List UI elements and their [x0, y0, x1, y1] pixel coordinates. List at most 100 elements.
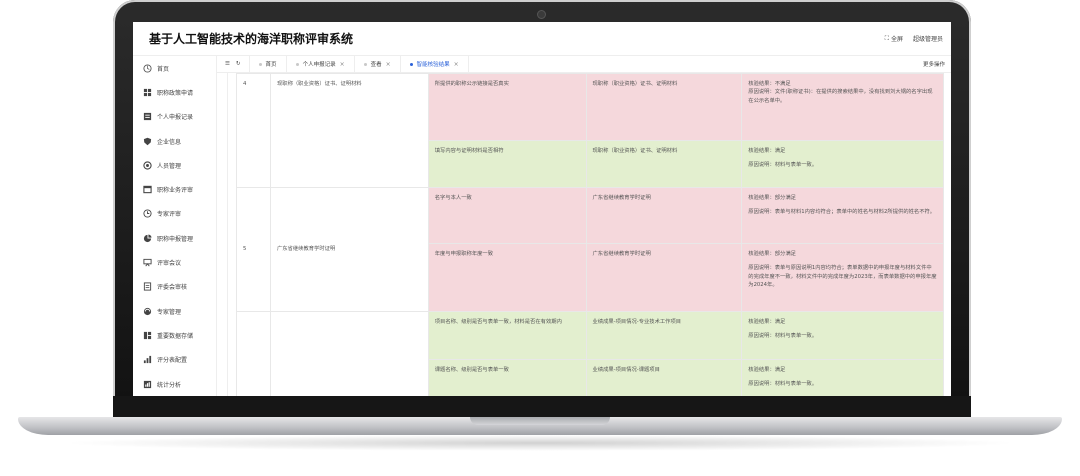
screen: 基于人工智能技术的海洋职称评审系统 ⛶ 全屏 超级管理员 首页 职称政策申请 个…	[133, 22, 951, 396]
audit-icon	[143, 282, 152, 291]
pie-icon	[143, 234, 152, 243]
check-condition: 项目名称、级别是否与表单一致，材料是否在有效期内	[427, 311, 587, 360]
more-actions[interactable]: 更多操作	[923, 60, 951, 68]
config-icon	[143, 355, 152, 364]
sidebar-item-policy[interactable]: 职称政策申请	[133, 80, 216, 104]
table-row: 项目名称、级别是否与表单一致，材料是否在有效期内 业绩成果-项目情况-专业技术工…	[236, 311, 944, 396]
fullscreen-label: 全屏	[890, 36, 903, 43]
result-reason: 原因说明：文件(职称证书)：在提供的搜索结果中，没有找到刘大锅的名字出现在公示名…	[748, 89, 933, 104]
result-reason: 原因说明：材料与表单一致。	[748, 381, 818, 388]
table-row: 5 广东省继续教育学时证明 名字与本人一致 广东省继续教育学时证明 核验结果：部…	[236, 187, 944, 312]
check-condition: 课题名称、级别是否与表单一致	[427, 359, 587, 396]
tab-view[interactable]: 查看 ×	[353, 55, 400, 73]
storage-icon	[143, 331, 152, 340]
refresh-icon[interactable]: ↻	[236, 61, 241, 67]
tab-verification-result[interactable]: 智能核验结果 ×	[399, 55, 469, 73]
tab-dot-icon	[295, 62, 299, 66]
check-result: 核验结果：部分满足 原因说明：表单与原因说明1内容均符合；表单数据中的申报年度与…	[741, 243, 944, 312]
sidebar-item-label: 专家管理	[157, 308, 182, 316]
tab-label: 个人申报记录	[302, 62, 336, 68]
laptop-notch	[470, 417, 610, 425]
stats-icon	[143, 380, 152, 389]
row-number	[236, 311, 271, 396]
result-reason: 原因说明：表单与原因说明1内容均符合；表单数据中的申报年度与材料文件中的完成年度…	[748, 265, 937, 289]
sidebar-item-label: 专家评审	[157, 211, 182, 219]
tab-personal-records[interactable]: 个人申报记录 ×	[285, 55, 354, 73]
fullscreen-icon: ⛶	[884, 34, 889, 42]
user-menu[interactable]: 超级管理员	[913, 34, 943, 43]
result-title: 核验结果：满足	[748, 148, 786, 154]
close-icon[interactable]: ×	[454, 61, 459, 68]
sidebar-item-expert-mgmt[interactable]: 专家管理	[133, 299, 216, 323]
check-result: 核验结果：不满足 原因说明：文件(职称证书)：在提供的搜索结果中，没有找到刘大锅…	[741, 73, 944, 141]
sidebar-item-home[interactable]: 首页	[133, 56, 216, 80]
tab-dot-icon	[409, 62, 413, 66]
sidebar-item-label: 职称申报管理	[157, 235, 194, 243]
result-reason: 原因说明：材料与表单一致。	[748, 162, 818, 169]
check-condition: 所提供的职称公示链接是否真实	[427, 73, 587, 141]
header-actions: ⛶ 全屏 超级管理员	[884, 34, 943, 44]
tab-label: 首页	[265, 62, 277, 68]
check-source: 广东省继续教育学时证明	[585, 243, 743, 312]
home-icon	[143, 64, 152, 73]
result-title: 核验结果：部分满足	[748, 195, 796, 201]
result-reason: 原因说明：材料与表单一致。	[748, 333, 818, 340]
result-title: 核验结果：满足	[748, 319, 786, 325]
check-source: 业绩成果-项目情况-课题项目	[585, 359, 743, 396]
check-result: 核验结果：满足 原因说明：材料与表单一致。	[741, 311, 944, 360]
close-icon[interactable]: ×	[340, 61, 345, 68]
material-name: 现职称（职业资格）证书、证明材料	[269, 73, 429, 188]
check-condition: 年度与申报职称年度一致	[427, 243, 587, 312]
check-result: 核验结果：满足 原因说明：材料与表单一致。	[741, 140, 944, 188]
tab-dot-icon	[363, 62, 367, 66]
check-source: 现职称（职业资格）证书、证明材料	[585, 140, 743, 188]
app-title: 基于人工智能技术的海洋职称评审系统	[149, 32, 354, 46]
sidebar-item-label: 个人申报记录	[157, 114, 194, 122]
sidebar-item-label: 企业信息	[157, 138, 182, 146]
verification-table-area: 4 现职称（职业资格）证书、证明材料 所提供的职称公示链接是否真实 现职称（职业…	[227, 73, 951, 396]
sidebar-item-company[interactable]: 企业信息	[133, 129, 216, 153]
app-header: 基于人工智能技术的海洋职称评审系统 ⛶ 全屏 超级管理员	[133, 22, 951, 56]
material-name	[269, 311, 429, 396]
webcam	[537, 10, 546, 19]
result-title: 核验结果：不满足	[748, 81, 791, 87]
close-icon[interactable]: ×	[386, 61, 391, 68]
sidebar-item-meeting[interactable]: 评审会议	[133, 250, 216, 274]
check-source: 广东省继续教育学时证明	[585, 187, 743, 244]
sidebar-item-label: 评委会审核	[157, 284, 188, 292]
sidebar-item-expert-review[interactable]: 专家评审	[133, 202, 216, 226]
sidebar-item-data-storage[interactable]: 重要数据存储	[133, 323, 216, 347]
sidebar-item-business-review[interactable]: 职称业务评审	[133, 177, 216, 201]
person-icon	[143, 161, 152, 170]
sidebar-item-committee-audit[interactable]: 评委会审核	[133, 275, 216, 299]
sidebar-item-label: 评分表配置	[157, 357, 188, 365]
check-source: 现职称（职业资格）证书、证明材料	[585, 73, 743, 141]
sidebar-item-label: 统计分析	[157, 381, 182, 389]
sidebar-item-score-config[interactable]: 评分表配置	[133, 348, 216, 372]
meeting-icon	[143, 258, 152, 267]
sidebar-item-statistics[interactable]: 统计分析	[133, 372, 216, 396]
check-result: 核验结果：部分满足 原因说明：表单与材料1内容均符合；表单中的姓名与材料2所提供…	[741, 187, 944, 244]
sidebar-item-application-mgmt[interactable]: 职称申报管理	[133, 226, 216, 250]
laptop-shadow	[60, 435, 1020, 451]
sidebar-item-label: 职称政策申请	[157, 89, 194, 97]
result-reason: 原因说明：表单与材料1内容均符合；表单中的姓名与材料2所提供的姓名不符。	[748, 209, 936, 216]
sidebar-item-label: 职称业务评审	[157, 187, 194, 195]
verification-table: 4 现职称（职业资格）证书、证明材料 所提供的职称公示链接是否真实 现职称（职业…	[236, 73, 944, 396]
tab-label: 智能核验结果	[416, 62, 450, 68]
shield-icon	[143, 137, 152, 146]
result-title: 核验结果：满足	[748, 367, 786, 373]
sidebar-item-label: 首页	[157, 65, 170, 73]
sidebar-item-people[interactable]: 人员管理	[133, 153, 216, 177]
result-title: 核验结果：部分满足	[748, 251, 796, 257]
grid-icon	[143, 88, 152, 97]
fullscreen-button[interactable]: ⛶ 全屏	[884, 34, 903, 44]
menu-toggle-icon[interactable]: ☰	[225, 61, 230, 67]
sidebar-item-label: 评审会议	[157, 260, 182, 268]
tab-home[interactable]: 首页	[248, 55, 286, 73]
tab-bar-tools: ☰ ↻	[217, 61, 249, 67]
clock-icon	[143, 209, 152, 218]
check-condition: 填写内容与证明材料是否相符	[427, 140, 587, 188]
sidebar-item-records[interactable]: 个人申报记录	[133, 105, 216, 129]
table-row: 4 现职称（职业资格）证书、证明材料 所提供的职称公示链接是否真实 现职称（职业…	[236, 73, 944, 188]
